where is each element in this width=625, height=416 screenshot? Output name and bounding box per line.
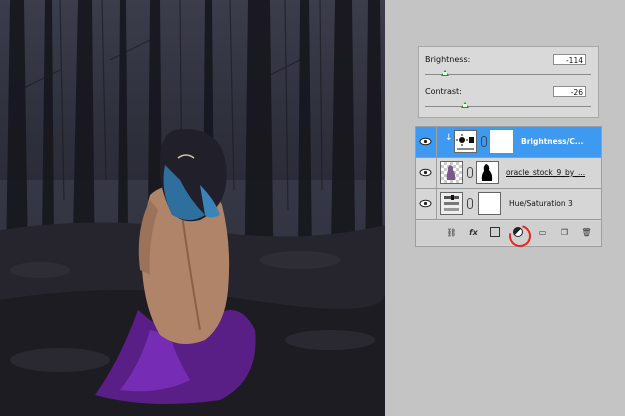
folder-icon[interactable]: ▭: [537, 227, 548, 238]
eye-icon[interactable]: [419, 197, 432, 210]
document-canvas[interactable]: [0, 0, 385, 416]
forest-photo: [0, 0, 385, 416]
brightness-value-field[interactable]: -114: [553, 54, 586, 65]
layer-name[interactable]: oracle_stock_9_by_...: [506, 168, 585, 177]
eye-icon[interactable]: [419, 135, 432, 148]
sun-icon: [456, 134, 474, 150]
contrast-label: Contrast:: [425, 87, 462, 96]
layer-name[interactable]: Hue/Saturation 3: [509, 199, 573, 208]
brightness-label: Brightness:: [425, 55, 471, 64]
trash-icon[interactable]: 🗑: [581, 227, 592, 238]
new-layer-icon[interactable]: ❐: [559, 227, 570, 238]
contrast-value-field[interactable]: -26: [553, 86, 586, 97]
brightness-contrast-panel: Brightness: -114 Contrast: -26: [418, 46, 599, 118]
layer-thumbnail[interactable]: [440, 161, 463, 184]
layer-name[interactable]: Brightness/C...: [521, 137, 583, 146]
row-separator: [436, 127, 437, 157]
link-icon[interactable]: ⛓: [446, 227, 457, 238]
mask-shape-icon: [481, 164, 493, 181]
layer-row-brightness-contrast[interactable]: ↓ Brightness/C...: [416, 127, 601, 158]
contrast-slider-track[interactable]: [425, 106, 591, 107]
layer-row-oracle-stock[interactable]: oracle_stock_9_by_...: [416, 158, 601, 189]
contrast-slider-thumb[interactable]: [461, 102, 469, 108]
row-separator: [436, 158, 437, 188]
hue-saturation-icon: [444, 195, 459, 211]
clip-arrow-icon: ↓: [445, 133, 453, 143]
mask-thumbnail[interactable]: [478, 192, 501, 215]
chain-link-icon[interactable]: [467, 167, 473, 178]
chain-link-icon[interactable]: [467, 198, 473, 209]
row-separator: [436, 189, 437, 219]
fx-icon[interactable]: fx: [468, 227, 479, 238]
adjustment-thumbnail[interactable]: [454, 130, 477, 153]
chain-link-icon[interactable]: [481, 136, 487, 147]
mask-icon[interactable]: [490, 227, 500, 237]
layers-panel: ↓ Brightness/C... oracle_stock_9_by_... …: [415, 126, 602, 247]
figure-icon: [446, 165, 456, 180]
adjustment-thumbnail[interactable]: [440, 192, 463, 215]
brightness-slider-thumb[interactable]: [441, 70, 449, 76]
eye-icon[interactable]: [419, 166, 432, 179]
layer-row-hue-saturation[interactable]: Hue/Saturation 3: [416, 189, 601, 220]
brightness-slider-track[interactable]: [425, 74, 591, 75]
mask-thumbnail[interactable]: [476, 161, 499, 184]
mask-thumbnail[interactable]: [490, 130, 513, 153]
